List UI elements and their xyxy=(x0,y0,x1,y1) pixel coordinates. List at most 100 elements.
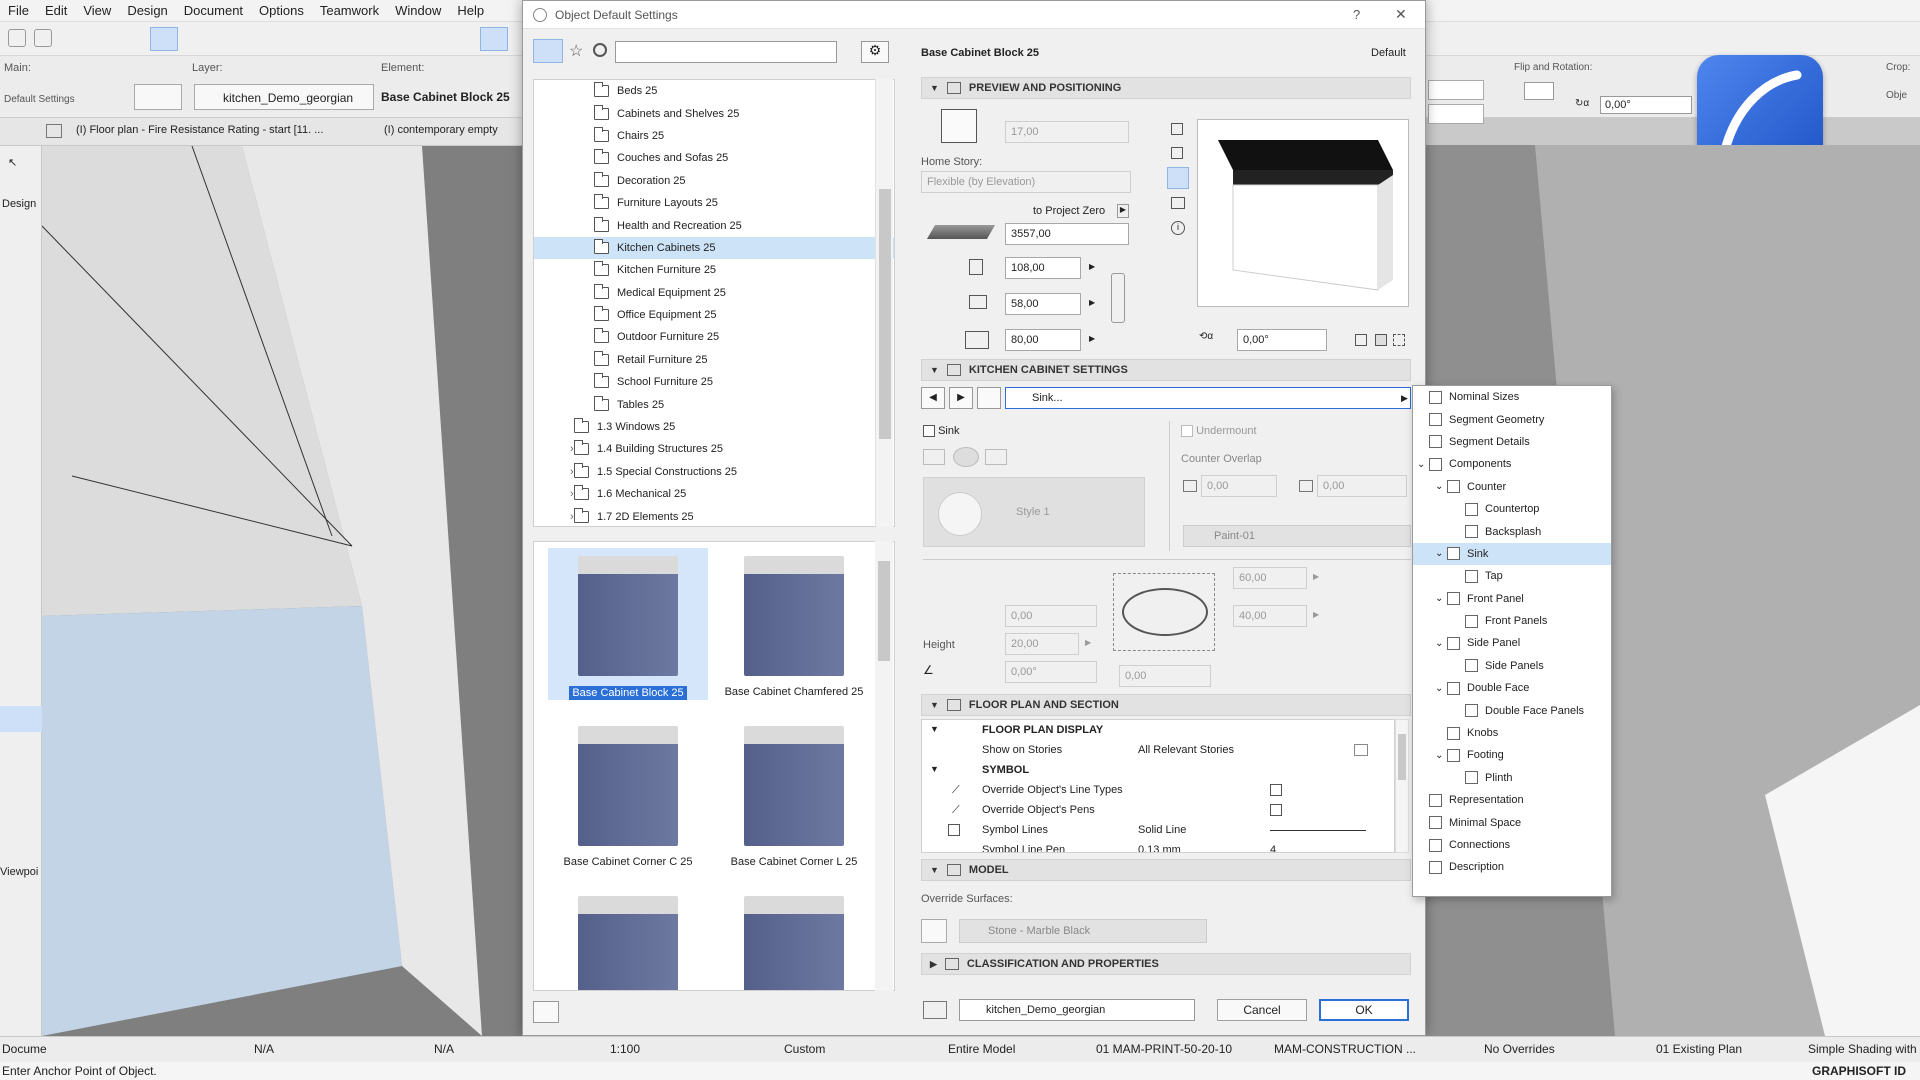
tab-floor-plan[interactable]: (I) Floor plan - Fire Resistance Rating … xyxy=(76,124,323,136)
fps-section-header[interactable]: ▼ FLOOR PLAN AND SECTION xyxy=(921,694,1411,716)
popup-item[interactable]: Backsplash xyxy=(1413,520,1611,542)
home-story-select[interactable]: Flexible (by Elevation) xyxy=(921,171,1131,193)
expand-icon[interactable]: ⌄ xyxy=(1435,593,1443,604)
width-field[interactable]: 108,00 xyxy=(1005,257,1081,279)
tree-item[interactable]: School Furniture 25 xyxy=(534,371,894,393)
expand-icon[interactable]: ⌄ xyxy=(1435,638,1443,649)
construction-select[interactable]: MAM-CONSTRUCTION ... xyxy=(1274,1042,1416,1056)
preview-section-header[interactable]: ▼ PREVIEW AND POSITIONING xyxy=(921,77,1411,99)
tree-item[interactable]: Office Equipment 25 xyxy=(534,304,894,326)
thumb-scroll-thumb[interactable] xyxy=(878,561,890,661)
fps-scrollbar[interactable] xyxy=(1395,719,1409,853)
expand-icon[interactable]: ⌄ xyxy=(1435,481,1443,492)
paint-select[interactable]: Paint-01 xyxy=(1183,525,1411,547)
sink-offset-field[interactable]: 0,00 xyxy=(1005,605,1097,627)
page-selector[interactable]: Sink... xyxy=(1005,387,1411,409)
tree-item[interactable]: Kitchen Furniture 25 xyxy=(534,259,894,281)
settings-gear-icon[interactable]: ⚙ xyxy=(861,41,889,63)
footer-layer-select[interactable]: kitchen_Demo_georgian xyxy=(959,999,1195,1021)
tree-item[interactable]: Retail Furniture 25 xyxy=(534,349,894,371)
show-on-stories-value[interactable]: All Relevant Stories xyxy=(1138,744,1234,756)
page-selector-popup[interactable]: Nominal Sizes Segment Geometry Segment Det… xyxy=(1412,385,1612,897)
redo-icon[interactable] xyxy=(34,29,52,47)
trace-icon[interactable] xyxy=(480,27,508,51)
tab-grid-icon[interactable] xyxy=(46,124,62,138)
menu-window[interactable]: Window xyxy=(387,3,449,18)
popup-item[interactable]: ⌄ Front Panel xyxy=(1413,588,1611,610)
sink-type-1-icon[interactable] xyxy=(923,449,945,465)
popup-item[interactable]: Front Panels xyxy=(1413,610,1611,632)
model-view-select[interactable]: Entire Model xyxy=(948,1042,1015,1056)
sink-style-select[interactable]: Style 1 xyxy=(923,477,1145,547)
shading-select[interactable]: Simple Shading with xyxy=(1808,1042,1917,1056)
rotation-angle-field[interactable]: 0,00° xyxy=(1237,329,1327,351)
prev-page-button[interactable]: ◀ xyxy=(921,387,945,409)
rotation-field[interactable]: 0,00° xyxy=(1600,96,1692,114)
menu-options[interactable]: Options xyxy=(251,3,312,18)
chain-link-icon[interactable] xyxy=(1111,273,1125,323)
popup-item[interactable]: ⌄ Footing xyxy=(1413,744,1611,766)
3d-view-icon[interactable] xyxy=(1167,167,1189,189)
tree-item[interactable]: › 1.6 Mechanical 25 xyxy=(534,483,894,505)
mirror-icon[interactable] xyxy=(1355,334,1367,346)
overrides-select[interactable]: No Overrides xyxy=(1484,1042,1555,1056)
tree-item[interactable]: Kitchen Cabinets 25 xyxy=(534,236,894,260)
sink-depth-field[interactable]: 40,00 xyxy=(1233,605,1307,627)
elevation-field[interactable]: 17,00 xyxy=(1005,121,1129,143)
popup-item[interactable]: ⌄ Double Face xyxy=(1413,677,1611,699)
project-zero-arrow-icon[interactable]: ▶ xyxy=(1117,204,1129,218)
tree-item[interactable]: › 1.4 Building Structures 25 xyxy=(534,438,894,460)
plan-view-icon[interactable] xyxy=(1171,123,1183,135)
sink-height-field[interactable]: 20,00 xyxy=(1005,633,1079,655)
symbol-lines-value[interactable]: Solid Line xyxy=(1138,824,1186,836)
tool-arrow-icon[interactable]: ↖ xyxy=(8,156,17,169)
popup-item[interactable]: Double Face Panels xyxy=(1413,699,1611,721)
tree-item[interactable]: › 1.5 Special Constructions 25 xyxy=(534,461,894,483)
undo-icon[interactable] xyxy=(8,29,26,47)
search-input[interactable] xyxy=(615,41,837,63)
depth-arrow-icon[interactable]: ▶ xyxy=(1089,298,1095,307)
renovation-select[interactable]: 01 Existing Plan xyxy=(1656,1042,1742,1056)
popup-item[interactable]: Knobs xyxy=(1413,722,1611,744)
symbol-lines-checkbox[interactable] xyxy=(948,824,960,837)
undermount-checkbox[interactable]: Undermount xyxy=(1181,425,1257,438)
stories-settings-icon[interactable] xyxy=(1354,744,1368,756)
surface-select[interactable]: Stone - Marble Black xyxy=(959,919,1207,943)
depth-field[interactable]: 58,00 xyxy=(1005,293,1081,315)
project-zero-field[interactable]: 3557,00 xyxy=(1005,223,1129,245)
custom-select[interactable]: Custom xyxy=(784,1042,825,1056)
edit-page-icon[interactable] xyxy=(977,387,1001,409)
sink-type-2-icon[interactable] xyxy=(953,447,979,467)
flip-button[interactable] xyxy=(1524,82,1554,100)
tree-item[interactable]: Tables 25 xyxy=(534,393,894,415)
sink-type-3-icon[interactable] xyxy=(985,449,1007,465)
search-icon[interactable] xyxy=(593,43,607,57)
width-arrow-icon[interactable]: ▶ xyxy=(1089,262,1095,271)
popup-item[interactable]: Nominal Sizes xyxy=(1413,386,1611,408)
tree-item[interactable]: Outdoor Furniture 25 xyxy=(534,326,894,348)
popup-item[interactable]: Minimal Space xyxy=(1413,811,1611,833)
tree-item[interactable]: Chairs 25 xyxy=(534,125,894,147)
section-view-icon[interactable] xyxy=(1171,197,1185,209)
height-arrow-icon[interactable]: ▶ xyxy=(1089,334,1095,343)
info-icon[interactable]: i xyxy=(1171,221,1185,235)
tree-scrollbar[interactable] xyxy=(875,79,893,527)
popup-item[interactable]: Side Panels xyxy=(1413,655,1611,677)
arrow-tool-icon[interactable] xyxy=(150,27,178,51)
expand-icon[interactable]: ⌄ xyxy=(1435,683,1443,694)
mirror-x-icon[interactable] xyxy=(1375,334,1387,346)
popup-item[interactable]: Segment Geometry xyxy=(1413,408,1611,430)
sink-width-arrow-icon[interactable]: ▶ xyxy=(1313,572,1319,581)
object-thumbnail[interactable]: Base Cabinet Corner L 25 xyxy=(714,718,874,868)
library-manager-icon[interactable] xyxy=(533,1001,559,1023)
tab-3d[interactable]: (I) contemporary empty xyxy=(384,124,498,136)
sink-width-field[interactable]: 60,00 xyxy=(1233,567,1307,589)
object-thumbnail[interactable] xyxy=(548,888,708,990)
object-thumbnails[interactable]: Base Cabinet Block 25 Base Cabinet Chamfe… xyxy=(533,541,895,991)
object-thumbnail[interactable]: Base Cabinet Corner C 25 xyxy=(548,718,708,868)
field-a[interactable] xyxy=(1428,80,1484,100)
sink-pos-field[interactable]: 0,00 xyxy=(1119,665,1211,687)
popup-item[interactable]: Tap xyxy=(1413,565,1611,587)
overlap-2-field[interactable]: 0,00 xyxy=(1317,475,1407,497)
floor-plan-viewport[interactable] xyxy=(42,146,530,1036)
